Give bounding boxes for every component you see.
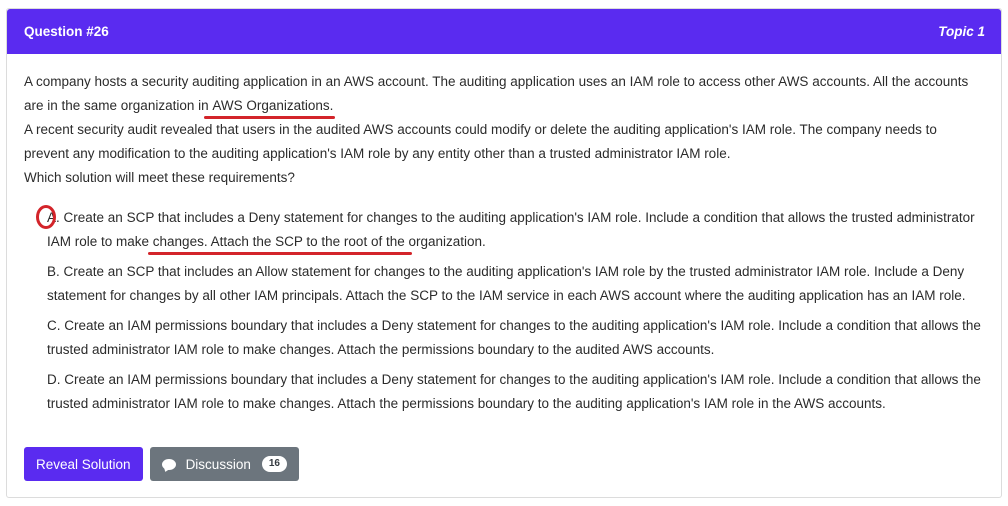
discussion-count-badge: 16 <box>261 456 287 472</box>
highlight-aws-organizations: AWS Organizations. <box>204 94 336 119</box>
question-paragraph-2: A recent security audit revealed that us… <box>24 122 937 161</box>
question-paragraph-3: Which solution will meet these requireme… <box>24 170 295 185</box>
choice-letter: C. <box>47 318 61 333</box>
annotation-circle <box>36 205 56 229</box>
choice-text: Create an SCP that includes an Allow sta… <box>47 264 966 303</box>
annotation-underline <box>148 252 412 255</box>
choice-text: Create an IAM permissions boundary that … <box>47 318 981 357</box>
choice-a[interactable]: A. Create an SCP that includes a Deny st… <box>36 205 984 255</box>
choice-d[interactable]: D. Create an IAM permissions boundary th… <box>47 368 984 416</box>
reveal-solution-button[interactable]: Reveal Solution <box>24 447 143 481</box>
choice-b[interactable]: B. Create an SCP that includes an Allow … <box>47 260 984 308</box>
topic-label: Topic 1 <box>938 24 985 39</box>
choice-highlight: Attach the SCP to the root of the organi… <box>210 234 486 249</box>
question-header: Question #26 Topic 1 <box>7 9 1001 54</box>
question-text: A company hosts a security auditing appl… <box>24 70 984 190</box>
choice-letter: A. <box>36 205 60 230</box>
question-body: A company hosts a security auditing appl… <box>7 54 1001 416</box>
choice-text: Create an SCP that includes a Deny state… <box>47 210 975 249</box>
action-buttons: Reveal Solution Discussion 16 <box>24 447 299 481</box>
choice-letter: D. <box>47 372 61 387</box>
discussion-label: Discussion <box>185 456 251 472</box>
question-card: Question #26 Topic 1 A company hosts a s… <box>6 8 1002 498</box>
choice-text: Create an IAM permissions boundary that … <box>47 372 981 411</box>
question-paragraph-1: A company hosts a security auditing appl… <box>24 70 984 119</box>
comment-icon <box>161 458 176 470</box>
choice-c[interactable]: C. Create an IAM permissions boundary th… <box>47 314 984 362</box>
question-number: Question #26 <box>24 24 109 39</box>
choice-letter: B. <box>47 264 60 279</box>
discussion-button[interactable]: Discussion 16 <box>149 447 299 481</box>
choice-list: A. Create an SCP that includes a Deny st… <box>24 205 984 416</box>
